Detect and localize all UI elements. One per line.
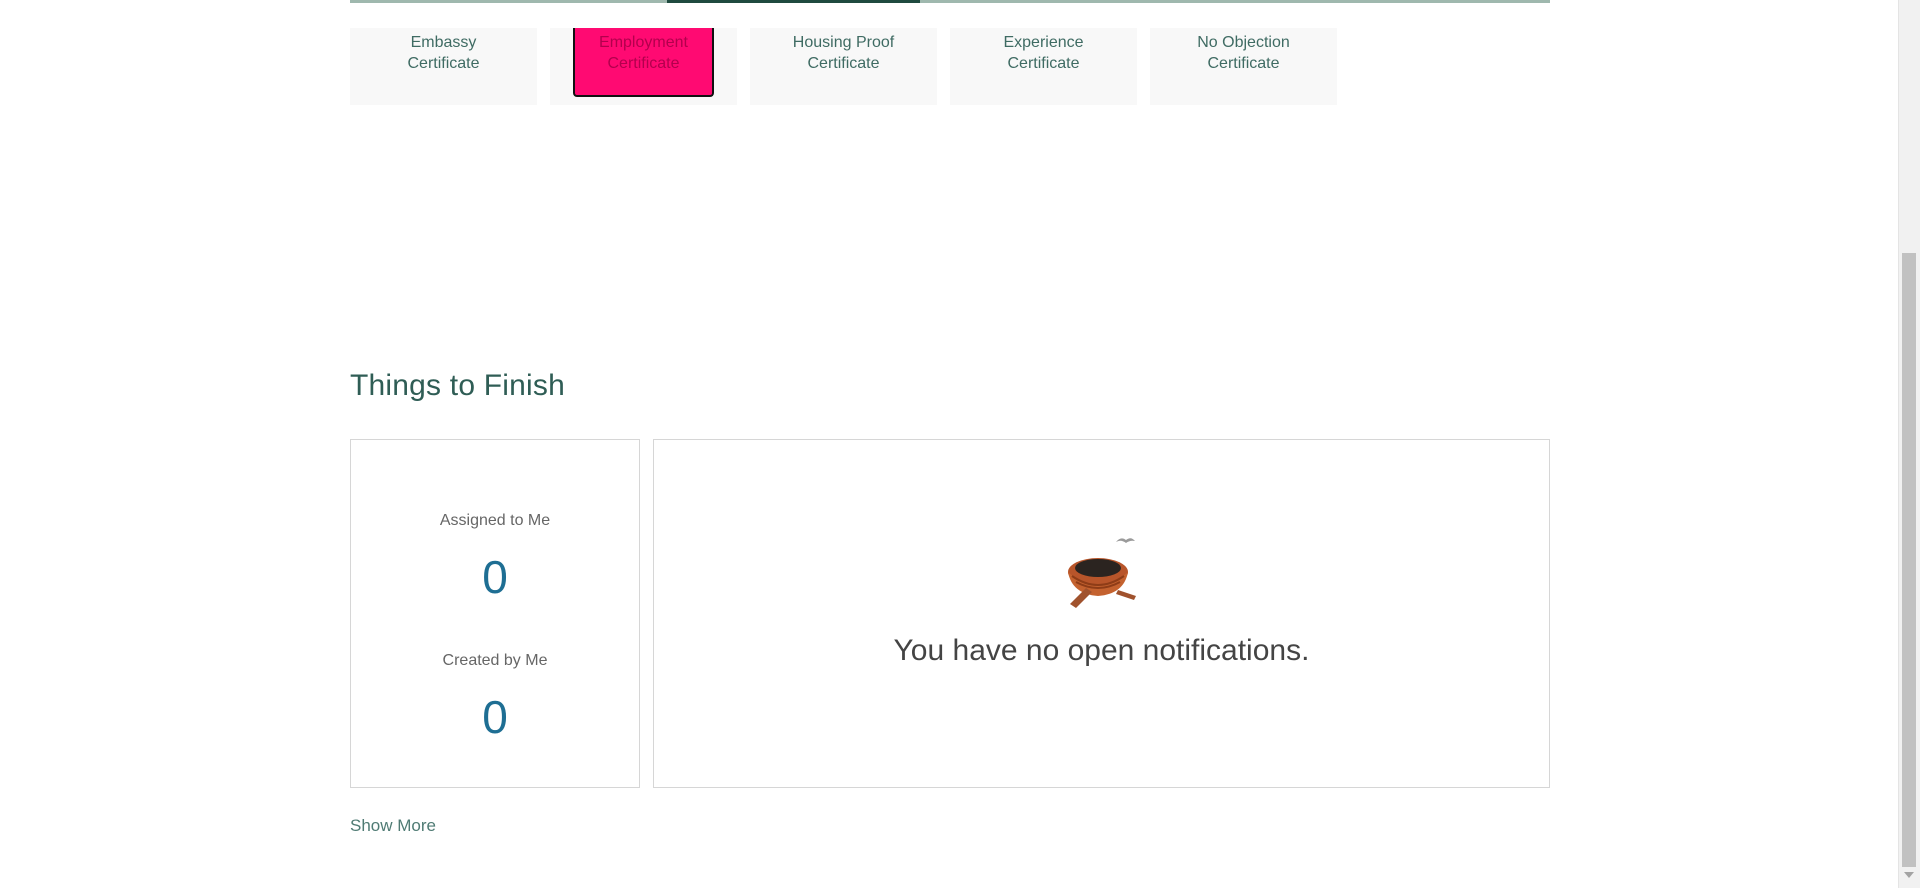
tile-label: No Objection Certificate (1197, 34, 1290, 72)
scroll-down-arrow-icon[interactable] (1904, 872, 1914, 878)
tab-progress-active-segment (667, 0, 920, 3)
page: Embassy Certificate Employment Certifica… (0, 0, 1920, 888)
tile-experience-certificate[interactable]: Experience Certificate (950, 28, 1137, 105)
tile-label: Housing Proof Certificate (792, 34, 895, 72)
tile-label: Employment Certificate (599, 34, 688, 72)
assigned-to-me-label: Assigned to Me (439, 512, 551, 529)
tile-no-objection-certificate[interactable]: No Objection Certificate (1150, 28, 1337, 105)
section-title: Things to Finish (350, 369, 565, 402)
tile-label: Embassy Certificate (407, 34, 480, 72)
certificate-tiles: Embassy Certificate Employment Certifica… (350, 28, 1337, 105)
show-more-link[interactable]: Show More (350, 816, 436, 836)
task-counts-card: Assigned to Me 0 Created by Me 0 (350, 439, 640, 788)
created-by-me-count[interactable]: 0 (351, 690, 639, 744)
tile-label: Experience Certificate (1003, 34, 1084, 72)
tile-housing-proof-certificate[interactable]: Housing Proof Certificate (750, 28, 937, 105)
notifications-card: You have no open notifications. (653, 439, 1550, 788)
assigned-to-me-count[interactable]: 0 (351, 550, 639, 604)
scrollbar-thumb[interactable] (1902, 253, 1916, 867)
tab-progress-bar (350, 0, 1550, 3)
tile-embassy-certificate[interactable]: Embassy Certificate (350, 28, 537, 105)
empty-notifications-message: You have no open notifications. (893, 634, 1310, 667)
tile-employment-certificate[interactable]: Employment Certificate (550, 28, 737, 105)
created-by-me-label: Created by Me (442, 652, 548, 669)
nest-icon (1068, 538, 1136, 608)
